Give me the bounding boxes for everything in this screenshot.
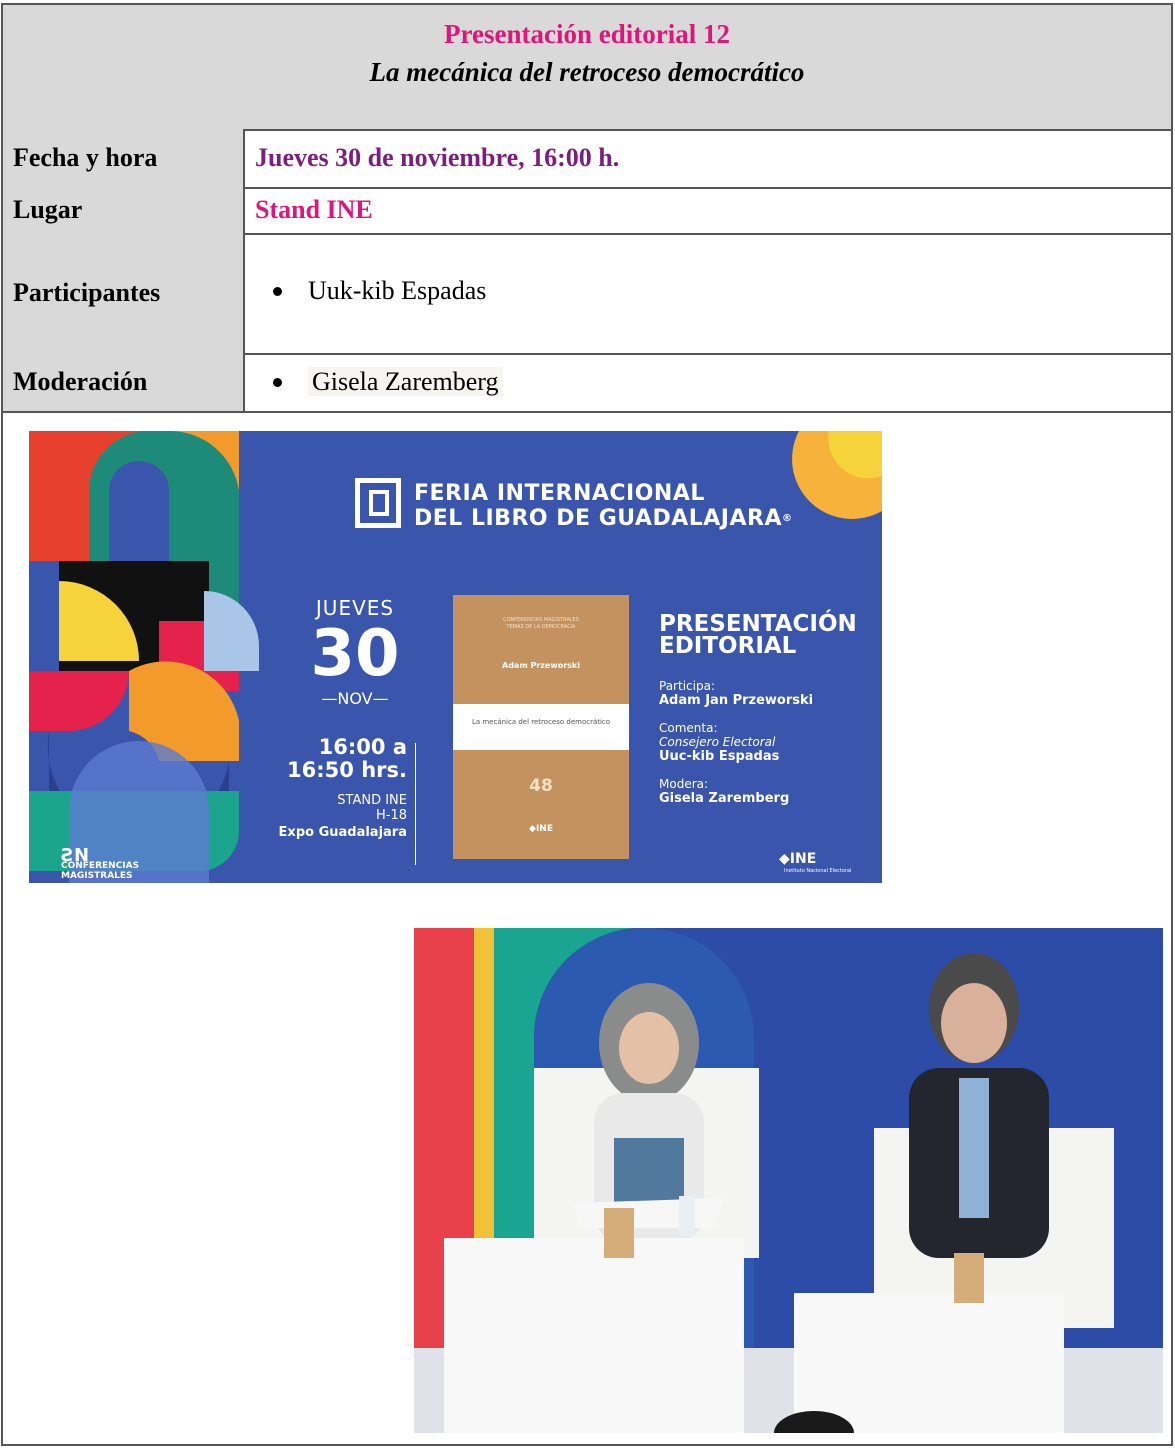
book-title: La mecánica del retroceso democrático xyxy=(369,57,805,87)
bullet-icon xyxy=(273,286,282,296)
row-date: Fecha y hora Jueves 30 de noviembre, 16:… xyxy=(3,129,1171,189)
moderation-label: Moderación xyxy=(3,353,243,411)
participant-name: Uuk-kib Espadas xyxy=(308,276,487,305)
moderation-value: Gisela Zaremberg xyxy=(243,353,1171,411)
poster-day: 30 xyxy=(310,617,400,691)
conferencias-logo: ƧN CONFERENCIAS MAGISTRALES xyxy=(61,845,140,882)
fil-logo-icon xyxy=(355,478,401,528)
date-label: Fecha y hora xyxy=(3,129,243,187)
header: Presentación editorial 12 La mecánica de… xyxy=(3,5,1171,131)
poster-stand: STAND INE H-18 xyxy=(337,793,407,823)
poster-participa: Participa: Adam Jan Przeworski xyxy=(659,679,814,708)
participants-label: Participantes xyxy=(3,233,243,353)
participants-value: Uuk-kib Espadas xyxy=(243,233,1171,353)
ine-subtitle: Instituto Nacional Electoral xyxy=(784,868,852,874)
event-photo xyxy=(414,928,1163,1433)
divider xyxy=(415,743,416,865)
row-moderation: Moderación Gisela Zaremberg xyxy=(3,353,1171,413)
place-value: Stand INE xyxy=(243,187,1171,233)
poster-time: 16:00 a 16:50 hrs. xyxy=(287,735,407,782)
event-title: Presentación editorial 12 xyxy=(444,19,730,49)
photo-scene xyxy=(414,928,1163,1433)
row-place: Lugar Stand INE xyxy=(3,187,1171,235)
bullet-icon xyxy=(273,377,282,387)
book-title-band: La mecánica del retroceso democrático xyxy=(453,704,629,750)
poster-venue: Expo Guadalajara xyxy=(278,825,407,840)
poster-month: —NOV— xyxy=(321,689,389,708)
book-number: 48 xyxy=(529,776,553,796)
ine-logo: ◆INE xyxy=(779,851,817,867)
moderator-name: Gisela Zaremberg xyxy=(308,367,503,396)
place-label: Lugar xyxy=(3,187,243,233)
book-author: Adam Przeworski xyxy=(502,661,580,670)
book-series: CONFERENCIAS MAGISTRALES TEMAS DE LA DEM… xyxy=(503,617,579,630)
row-participants: Participantes Uuk-kib Espadas xyxy=(3,233,1171,355)
poster-modera: Modera: Gisela Zaremberg xyxy=(659,777,790,806)
poster-comenta: Comenta: Consejero Electoral Uuc-kib Esp… xyxy=(659,721,780,764)
event-poster-image: FERIA INTERNACIONAL DEL LIBRO DE GUADALA… xyxy=(29,431,882,883)
date-value: Jueves 30 de noviembre, 16:00 h. xyxy=(243,129,1171,187)
book-cover-image: CONFERENCIAS MAGISTRALES TEMAS DE LA DEM… xyxy=(453,595,629,859)
book-publisher: ◆INE xyxy=(529,824,553,834)
poster-heading: PRESENTACIÓN EDITORIAL xyxy=(659,611,857,659)
fair-name: FERIA INTERNACIONAL DEL LIBRO DE GUADALA… xyxy=(414,481,793,531)
